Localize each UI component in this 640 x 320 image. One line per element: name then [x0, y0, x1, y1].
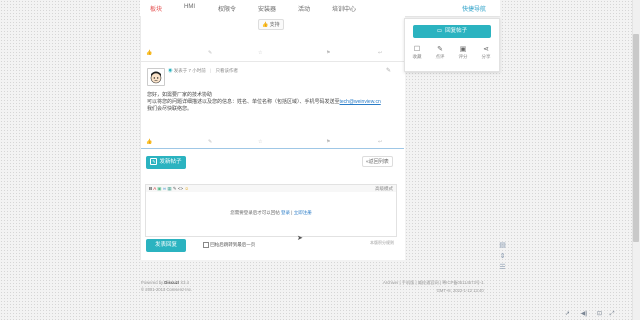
image-icon[interactable]: ▣: [157, 186, 161, 191]
tab-events[interactable]: 活动: [298, 4, 310, 13]
email-link[interactable]: tech@weinview.cn: [340, 99, 381, 105]
footer-left: Powered by Discuz! X3.4 © 2001-2013 Coms…: [141, 280, 193, 292]
edit-icon[interactable]: ✎: [386, 67, 391, 74]
code-icon[interactable]: <>: [178, 186, 183, 191]
edit-square-icon: ✎: [150, 158, 158, 166]
report-icon[interactable]: ⚑: [326, 139, 330, 145]
top-nav: 板块 HMI 权限令 安装器 活动 培训中心 快捷导航: [140, 0, 500, 17]
comment-icon[interactable]: ✎: [208, 139, 212, 145]
footer-links[interactable]: Archiver | 手机版 | 威纶通官网 | 粤ICP备05114573号-…: [383, 280, 484, 286]
comment-icon[interactable]: ✎: [208, 50, 212, 56]
image-upload-icon[interactable]: ▦: [167, 186, 171, 191]
avatar-face-icon: [150, 71, 162, 84]
submit-reply-button[interactable]: 发表回复: [146, 239, 186, 252]
scrollbar-thumb[interactable]: [633, 34, 639, 242]
support-button[interactable]: 👍 支持: [258, 19, 284, 30]
star-icon[interactable]: ☆: [258, 50, 262, 56]
quick-nav-link[interactable]: 快捷导航: [462, 4, 486, 13]
discuz-link[interactable]: Discuz!: [164, 280, 179, 285]
floating-action-panel: ▭ 回复帖子 ☐ 收藏 ✎ 点评 ▣ 评分 ⋖ 分享: [404, 18, 500, 72]
post-divider: [141, 148, 404, 149]
post-line-2: 可以将您的问题详细描述以及您的信息：姓名、单位名称（包括区域）、手机号码发送至t…: [147, 98, 381, 105]
mouse-cursor-icon: ➤: [297, 235, 303, 242]
favorite-action[interactable]: ☐ 收藏: [406, 45, 428, 60]
credit-rules-link[interactable]: 本版积分规则: [370, 240, 394, 246]
tab-permission[interactable]: 权限令: [218, 4, 236, 13]
post-time: 发表于 7 小时前: [173, 68, 206, 73]
checkbox[interactable]: [203, 242, 209, 248]
register-link[interactable]: 立即注册: [294, 210, 312, 215]
pencil-icon: ✎: [437, 46, 443, 53]
tab-training[interactable]: 培训中心: [332, 4, 356, 13]
chat-icon[interactable]: ▤: [498, 241, 507, 250]
report-icon[interactable]: ⚑: [326, 50, 330, 56]
share-action[interactable]: ⋖ 分享: [475, 45, 497, 60]
tab-installer[interactable]: 安装器: [258, 4, 276, 13]
post-meta: ◉ 发表于 7 小时前 | 只看该作者: [168, 68, 238, 73]
login-link[interactable]: 登录: [281, 210, 290, 215]
divider: [141, 61, 404, 62]
speaker-icon[interactable]: ◀): [581, 311, 588, 317]
thumbs-up-icon[interactable]: 👍: [146, 139, 152, 145]
star-icon: ☐: [413, 46, 421, 53]
star-icon[interactable]: ☆: [258, 139, 262, 145]
save-icon: ▣: [459, 46, 467, 53]
user-icon: ◉: [168, 68, 173, 73]
author-only-link[interactable]: 只看该作者: [215, 68, 238, 73]
tray-icons: ➚ ◀) ⊡ ⤢: [565, 310, 615, 318]
fullscreen-icon[interactable]: ⤢: [610, 311, 615, 317]
tab-board[interactable]: 板块: [145, 4, 167, 17]
reply-icon[interactable]: ↩: [378, 139, 382, 145]
return-last-page-option[interactable]: 回帖后跳转到最后一页: [203, 242, 255, 248]
server-time: GMT+8, 2022-1-12 13:40: [436, 288, 484, 293]
share-icon: ⋖: [483, 46, 489, 53]
reply-textarea[interactable]: 您需要登录后才可以回帖 登录 | 立即注册 ➤: [145, 192, 397, 242]
comment-action[interactable]: ✎ 点评: [429, 45, 451, 60]
smiley-icon[interactable]: ☺: [184, 186, 189, 191]
tab-hmi[interactable]: HMI: [184, 4, 195, 10]
font-color-icon[interactable]: A: [153, 186, 156, 191]
expand-icon[interactable]: ⇕: [498, 252, 507, 261]
avatar[interactable]: [147, 68, 165, 86]
login-prompt: 您需要登录后才可以回帖 登录 | 立即注册: [230, 210, 312, 215]
list-icon[interactable]: ☰: [498, 263, 507, 272]
footer-right: Archiver | 手机版 | 威纶通官网 | 粤ICP备05114573号-…: [383, 280, 484, 293]
reply-thread-button[interactable]: ▭ 回复帖子: [413, 25, 491, 38]
thumbs-up-icon[interactable]: 👍: [146, 50, 152, 56]
reply-icon[interactable]: ↩: [378, 50, 382, 56]
bold-icon[interactable]: B: [149, 186, 152, 191]
new-post-button[interactable]: ✎ 发新帖子: [146, 156, 186, 169]
attachment-icon[interactable]: ✎: [173, 186, 177, 191]
arrow-icon[interactable]: ➚: [565, 311, 570, 317]
post-line-3: 我们会尽快联络您。: [147, 105, 193, 112]
back-to-list-button[interactable]: «返回列表: [362, 156, 393, 167]
link-icon[interactable]: ∞: [163, 186, 166, 191]
crop-icon[interactable]: ⊡: [597, 311, 602, 317]
post-line-1: 您好，如需要厂家的技术协助: [147, 92, 213, 98]
post1-action-row: 👍 ✎ ☆ ⚑ ↩: [146, 50, 396, 56]
post-body: 您好，如需要厂家的技术协助 可以将您的问题详细描述以及您的信息：姓名、单位名称（…: [147, 92, 401, 112]
rate-action[interactable]: ▣ 评分: [452, 45, 474, 60]
reply-box-icon: ▭: [436, 28, 443, 34]
post2-action-row: 👍 ✎ ☆ ⚑ ↩: [146, 139, 396, 145]
